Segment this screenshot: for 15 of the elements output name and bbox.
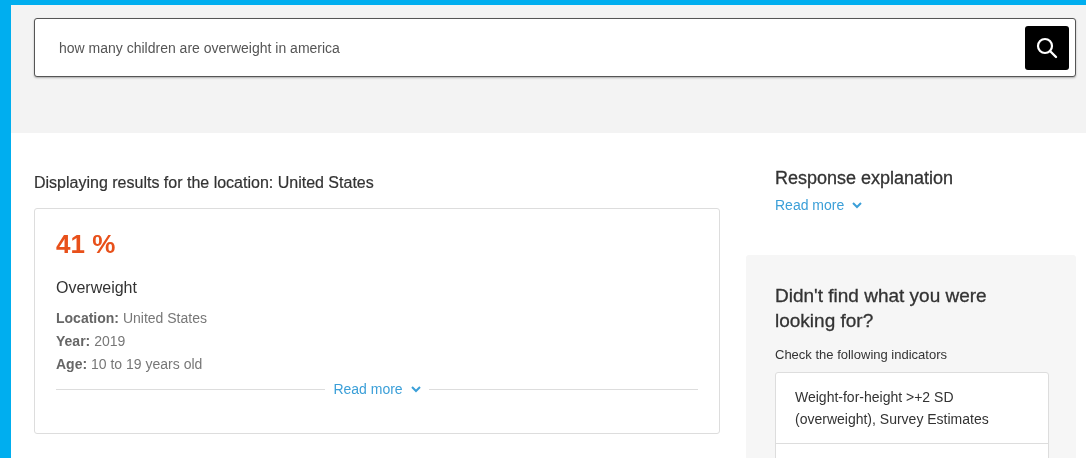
result-title: Overweight (56, 279, 138, 297)
chevron-down-icon (852, 201, 863, 209)
explanation-heading: Response explanation (775, 168, 955, 189)
location-heading: Displaying results for the location: United States (34, 174, 375, 192)
result-value: 41 % (56, 229, 117, 260)
suggestions-subtitle: Check the following indicators (775, 347, 948, 362)
result-detail: Age: 10 to 19 years old (56, 355, 204, 374)
chevron-down-icon (410, 385, 421, 393)
search-button[interactable] (1025, 25, 1069, 70)
suggestions-heading: Didn't find what you were looking for? (775, 284, 988, 333)
search-icon (1036, 36, 1058, 59)
search-input[interactable]: how many children are overweight in america (57, 38, 1025, 57)
result-detail: Year: 2019 (56, 332, 127, 351)
search-field[interactable]: how many children are overweight in america (34, 18, 1076, 77)
result-detail: Location: United States (56, 309, 208, 328)
